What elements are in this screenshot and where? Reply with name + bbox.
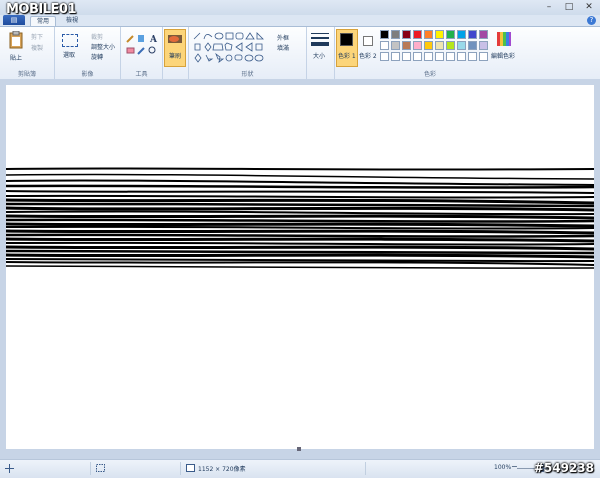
palette-swatch[interactable] — [468, 52, 477, 61]
palette-swatch[interactable] — [380, 30, 389, 39]
clipboard-group-label: 剪貼簿 — [17, 71, 36, 78]
help-icon[interactable]: ? — [587, 16, 596, 25]
ribbon: 貼上 剪下 複製 剪貼簿 選取 裁剪 調整大小 旋轉 影像 A 工具 筆刷 外框… — [0, 26, 600, 80]
palette-swatch[interactable] — [435, 41, 444, 50]
tools-icons: A — [126, 35, 158, 55]
palette-swatch[interactable] — [446, 30, 455, 39]
image-size-icon — [186, 464, 195, 472]
colors-group-label: 色彩 — [423, 71, 436, 78]
close-button[interactable]: ✕ — [582, 2, 596, 13]
ribbon-tab-row — [0, 15, 600, 26]
size-label: 大小 — [313, 53, 326, 60]
palette-swatch[interactable] — [424, 30, 433, 39]
select-button[interactable]: 選取 — [63, 50, 75, 59]
palette-swatch[interactable] — [391, 41, 400, 50]
paste-label: 貼上 — [10, 55, 23, 62]
color1-swatch — [340, 33, 353, 46]
image-dimensions: 1152 × 720像素 — [198, 466, 246, 473]
palette-swatch[interactable] — [446, 41, 455, 50]
brush-icon — [168, 35, 182, 43]
paint-menu-button[interactable]: ▤ — [3, 15, 25, 25]
palette-swatch[interactable] — [435, 30, 444, 39]
shapes-group-label: 形狀 — [241, 71, 254, 78]
brand-logo: MOBILE01 — [6, 2, 77, 17]
palette-swatch[interactable] — [402, 41, 411, 50]
palette-swatch[interactable] — [424, 52, 433, 61]
cut-button[interactable]: 剪下 — [31, 32, 43, 41]
canvas-area — [0, 79, 600, 459]
palette-swatch[interactable] — [479, 41, 488, 50]
line-size-icon[interactable] — [311, 32, 329, 48]
resize-handle[interactable] — [297, 447, 301, 451]
palette-swatch[interactable] — [380, 41, 389, 50]
fill-icon — [138, 35, 144, 42]
color1-label: 色彩 1 — [338, 53, 356, 60]
resize-button[interactable]: 調整大小 — [91, 42, 115, 51]
palette-swatch[interactable] — [479, 52, 488, 61]
rotate-button[interactable]: 旋轉 — [91, 52, 103, 61]
palette-swatch[interactable] — [413, 41, 422, 50]
drawn-strokes — [4, 167, 596, 269]
maximize-button[interactable]: □ — [562, 2, 576, 13]
shapes-gallery[interactable] — [192, 31, 268, 63]
palette-swatch[interactable] — [380, 52, 389, 61]
color2-label: 色彩 2 — [359, 53, 377, 60]
tab-view[interactable]: 檢視 — [60, 16, 84, 26]
paste-button[interactable] — [8, 30, 24, 51]
selection-size-icon — [96, 464, 105, 472]
image-group: 選取 裁剪 調整大小 旋轉 影像 — [55, 27, 121, 79]
watermark: #549238 — [533, 461, 594, 475]
eraser-icon — [126, 47, 135, 54]
copy-button[interactable]: 複製 — [31, 43, 43, 52]
palette-swatch[interactable] — [457, 30, 466, 39]
palette-swatch[interactable] — [391, 30, 400, 39]
palette-swatch[interactable] — [468, 41, 477, 50]
colors-group: 色彩 1 色彩 2 編輯色彩 色彩 — [335, 27, 525, 79]
palette-swatch[interactable] — [457, 41, 466, 50]
shapes-group: 外框 填滿 形狀 — [189, 27, 307, 79]
palette-swatch[interactable] — [457, 52, 466, 61]
minimize-button[interactable]: – — [542, 2, 556, 13]
magnifier-icon — [148, 46, 156, 54]
palette-swatch[interactable] — [413, 30, 422, 39]
text-tool-icon: A — [149, 35, 158, 45]
edit-colors-icon — [497, 32, 511, 46]
size-group: 大小 — [307, 27, 335, 79]
clipboard-group: 貼上 剪下 複製 剪貼簿 — [0, 27, 55, 79]
tools-group: A 工具 — [121, 27, 163, 79]
palette-swatch[interactable] — [479, 30, 488, 39]
brushes-label: 筆刷 — [169, 53, 182, 60]
outline-button[interactable]: 外框 — [277, 33, 289, 42]
status-bar: 1152 × 720像素 100% − + — [0, 459, 600, 478]
palette-swatch[interactable] — [391, 52, 400, 61]
palette-swatch[interactable] — [402, 30, 411, 39]
palette-swatch[interactable] — [402, 52, 411, 61]
palette-swatch[interactable] — [424, 41, 433, 50]
palette-swatch[interactable] — [446, 52, 455, 61]
color-picker-icon — [137, 47, 145, 55]
brushes-group: 筆刷 — [163, 27, 189, 79]
window-controls: – □ ✕ — [542, 2, 596, 13]
palette-swatch[interactable] — [413, 52, 422, 61]
clipboard-icon — [9, 30, 23, 49]
select-icon[interactable] — [62, 34, 78, 47]
fill-button[interactable]: 填滿 — [277, 43, 289, 52]
palette-swatch[interactable] — [435, 52, 444, 61]
palette-swatch[interactable] — [468, 30, 477, 39]
color2-swatch[interactable] — [363, 36, 373, 46]
tools-group-label: 工具 — [135, 71, 148, 78]
zoom-level: 100% — [494, 464, 512, 471]
pencil-icon — [126, 35, 134, 43]
image-group-label: 影像 — [81, 71, 94, 78]
cursor-position-icon — [5, 464, 14, 473]
edit-colors-button[interactable]: 編輯色彩 — [491, 51, 515, 60]
zoom-out-button[interactable]: − — [511, 462, 518, 471]
crop-button[interactable]: 裁剪 — [91, 32, 103, 41]
drawing-canvas[interactable] — [4, 85, 596, 449]
